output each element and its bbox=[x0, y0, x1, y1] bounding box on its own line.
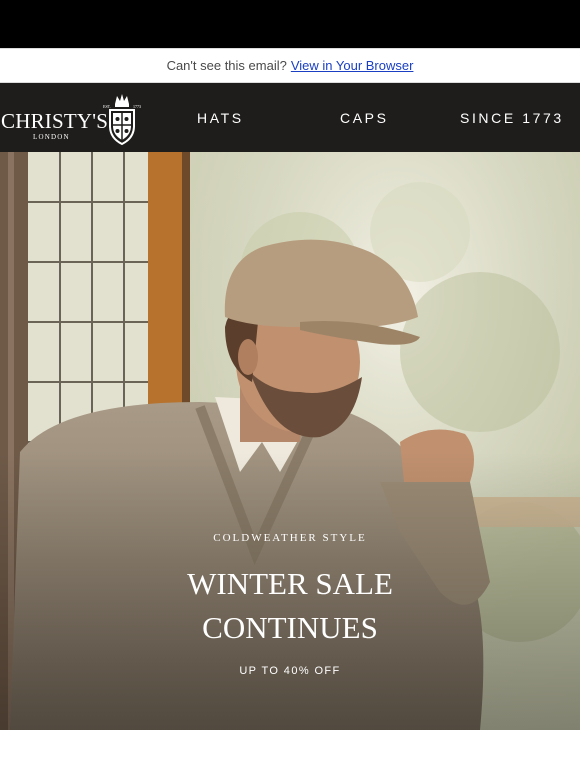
hero-subline: UP TO 40% OFF bbox=[239, 665, 341, 677]
top-black-bar bbox=[0, 0, 580, 48]
logo-subtitle: LONDON bbox=[33, 133, 70, 141]
crest-right-text: 1773 bbox=[133, 104, 141, 109]
hero-eyebrow: COLDWEATHER STYLE bbox=[213, 532, 367, 544]
nav-caps[interactable]: CAPS bbox=[340, 110, 389, 126]
royal-crest-icon: EST. 1773 bbox=[103, 94, 141, 146]
brand-logo[interactable]: CHRISTY'S LONDON EST. 1773 bbox=[0, 83, 145, 153]
view-in-browser-bar: Can't see this email? View in Your Brows… bbox=[0, 48, 580, 83]
hero-headline-line1: WINTER SALE bbox=[187, 566, 393, 601]
hero-headline-line2: CONTINUES bbox=[202, 610, 378, 645]
nav-hats[interactable]: HATS bbox=[197, 110, 244, 126]
below-hero-space bbox=[0, 730, 580, 774]
crest-left-text: EST. bbox=[103, 104, 111, 109]
header-nav: CHRISTY'S LONDON EST. 1773 HATS CAPS SIN… bbox=[0, 83, 580, 153]
logo-wordmark: CHRISTY'S bbox=[1, 109, 109, 133]
hero-headline: WINTER SALE CONTINUES bbox=[0, 562, 580, 650]
view-in-browser-prompt: Can't see this email? bbox=[166, 58, 287, 73]
view-in-browser-link[interactable]: View in Your Browser bbox=[291, 58, 414, 73]
nav-since-1773[interactable]: SINCE 1773 bbox=[460, 110, 564, 126]
hero-text-overlay: COLDWEATHER STYLE WINTER SALE CONTINUES … bbox=[0, 152, 580, 730]
hero-banner[interactable]: COLDWEATHER STYLE WINTER SALE CONTINUES … bbox=[0, 152, 580, 730]
